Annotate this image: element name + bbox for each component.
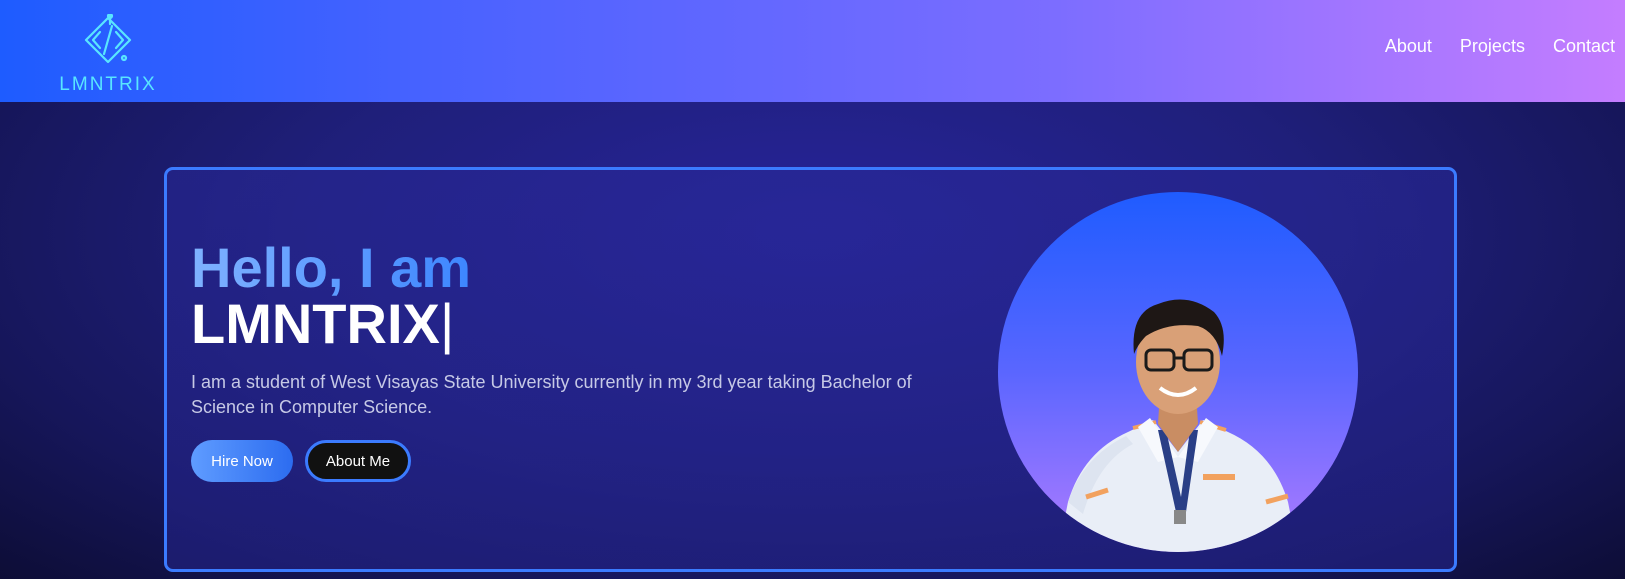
nav-link-contact[interactable]: Contact — [1553, 36, 1615, 57]
typing-cursor: | — [439, 292, 455, 355]
about-me-button[interactable]: About Me — [305, 440, 411, 482]
profile-photo-circle — [998, 192, 1358, 552]
hero-name: LMNTRIX| — [191, 296, 454, 352]
nav-links: About Projects Contact — [1385, 36, 1625, 57]
logo[interactable]: LMNTRIX — [56, 14, 160, 96]
hero-card: Hello, I am LMNTRIX| I am a student of W… — [164, 167, 1457, 572]
hero-name-text: LMNTRIX — [191, 292, 440, 355]
nav-link-projects[interactable]: Projects — [1460, 36, 1525, 57]
code-circuit-icon — [84, 14, 132, 64]
hero-description: I am a student of West Visayas State Uni… — [191, 372, 912, 417]
navbar: LMNTRIX About Projects Contact — [0, 0, 1625, 102]
profile-photo — [1058, 299, 1298, 552]
hero-greeting: Hello, I am — [191, 236, 472, 299]
hire-now-button[interactable]: Hire Now — [191, 440, 293, 482]
nav-link-about[interactable]: About — [1385, 36, 1432, 57]
logo-text: LMNTRIX — [59, 74, 157, 95]
